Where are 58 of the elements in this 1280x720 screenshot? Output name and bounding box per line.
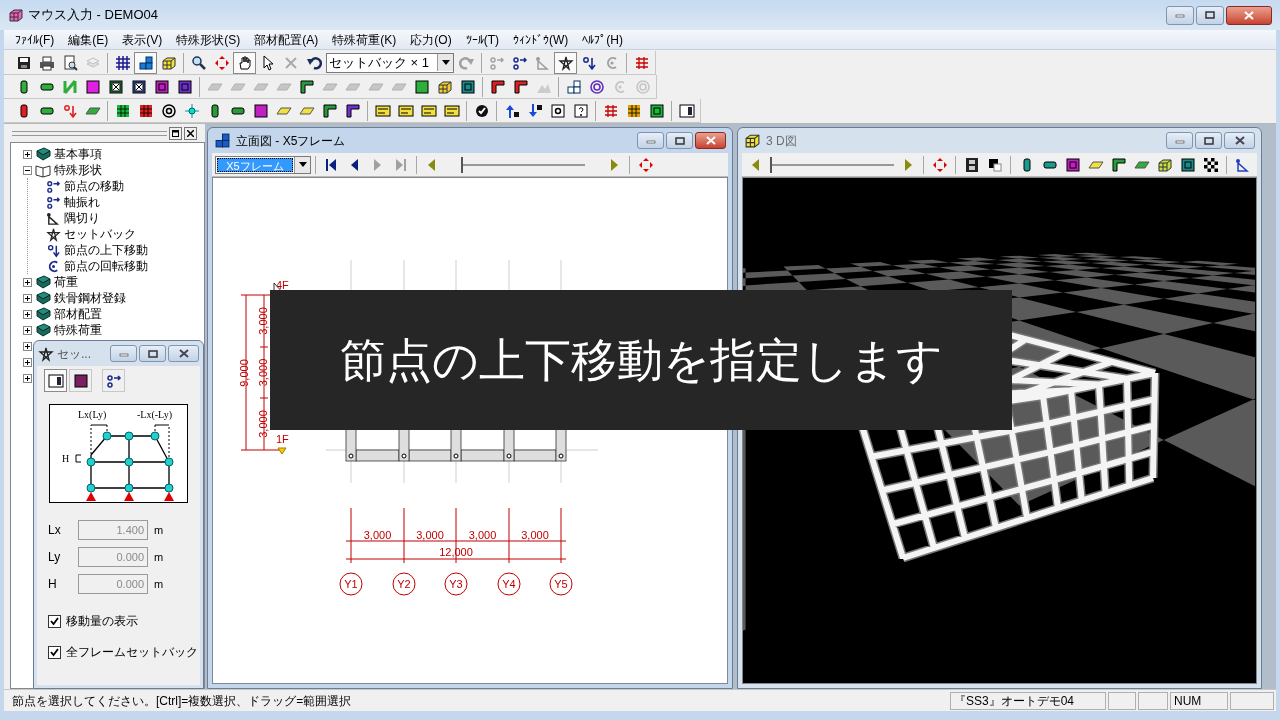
- dimension-label: 3,000: [363, 529, 392, 541]
- window-title: マウス入力 - DEMO04: [28, 6, 158, 25]
- status-pane: NUM: [1170, 691, 1228, 710]
- menu-item[interactable]: ｳｨﾝﾄﾞｳ(W): [508, 30, 574, 49]
- dimension-label: 3,000: [468, 529, 497, 541]
- axis-label: Y4: [502, 578, 516, 590]
- diagram-label: H: [62, 452, 70, 466]
- menu-item[interactable]: 特殊形状(S): [171, 30, 246, 49]
- axis-label: Y2: [397, 578, 411, 590]
- window-title: 3 D図: [766, 132, 797, 150]
- checkbox-label: 全フレームセットバック: [66, 644, 198, 661]
- floor-label: 1F: [276, 433, 289, 445]
- unit-label: m: [154, 522, 164, 538]
- menu-item[interactable]: 特殊荷重(K): [327, 30, 402, 49]
- status-pane: 『SS3』オートデモ04: [950, 691, 1106, 710]
- dimension-label: 9,000: [238, 359, 250, 387]
- tree-item[interactable]: 節点の移動: [64, 177, 124, 195]
- unit-label: m: [154, 576, 164, 592]
- tree-item[interactable]: 隅切り: [64, 209, 100, 227]
- tree-item[interactable]: セットバック: [64, 225, 136, 243]
- tree-item[interactable]: 特殊荷重: [54, 321, 102, 339]
- tree-item[interactable]: 節点の回転移動: [64, 257, 148, 275]
- menu-item[interactable]: ﾂｰﾙ(T): [460, 30, 504, 49]
- menu-item[interactable]: 部材配置(A): [249, 30, 324, 49]
- tree-item[interactable]: 特殊形状: [54, 161, 102, 179]
- dimension-label: 3,000: [521, 529, 549, 541]
- status-message: 節点を選択してください。[Ctrl]=複数選択、ドラッグ=範囲選択: [11, 692, 353, 710]
- caption: 節点の上下移動を指定します: [270, 290, 1012, 430]
- dimension-label: 3,000: [257, 410, 269, 438]
- unit-label: m: [154, 549, 164, 565]
- menu-item[interactable]: 表示(V): [117, 30, 168, 49]
- tree-item[interactable]: 部材配置: [54, 305, 102, 323]
- floor-label: 4F: [276, 279, 289, 291]
- dimension-label: 3,000: [257, 307, 269, 335]
- diagram-label: -Lx(-Ly): [137, 408, 172, 422]
- dimension-label: 12,000: [439, 546, 473, 558]
- dimension-label: 3,000: [257, 358, 269, 387]
- tree-item[interactable]: 基本事項: [54, 145, 102, 163]
- field-label: Ly: [47, 549, 62, 566]
- field-label: H: [47, 576, 58, 593]
- menu-item[interactable]: ﾍﾙﾌﾟ(H): [577, 30, 628, 49]
- tree-item[interactable]: 節点の上下移動: [64, 241, 148, 259]
- dimension-label: 3,000: [416, 529, 444, 541]
- setback-count-dropdown[interactable]: セットバック × 1: [326, 52, 454, 73]
- field-label: Lx: [47, 522, 62, 539]
- checkbox-label: 移動量の表示: [66, 613, 138, 630]
- axis-label: Y5: [554, 578, 568, 590]
- menu-item[interactable]: 応力(O): [405, 30, 457, 49]
- window-title: セッ...: [57, 345, 91, 363]
- tree-item[interactable]: 軸振れ: [64, 193, 100, 211]
- diagram-label: Lx(Ly): [78, 408, 107, 422]
- axis-label: Y1: [344, 578, 358, 590]
- menu-item[interactable]: ﾌｧｲﾙ(F): [10, 30, 60, 49]
- window-title: 立面図 - X5フレーム: [236, 132, 346, 150]
- axis-label: Y3: [449, 578, 463, 590]
- tree-item[interactable]: 鉄骨鋼材登録: [54, 289, 126, 307]
- tree-item[interactable]: 荷重: [54, 273, 78, 291]
- menu-item[interactable]: 編集(E): [63, 30, 114, 49]
